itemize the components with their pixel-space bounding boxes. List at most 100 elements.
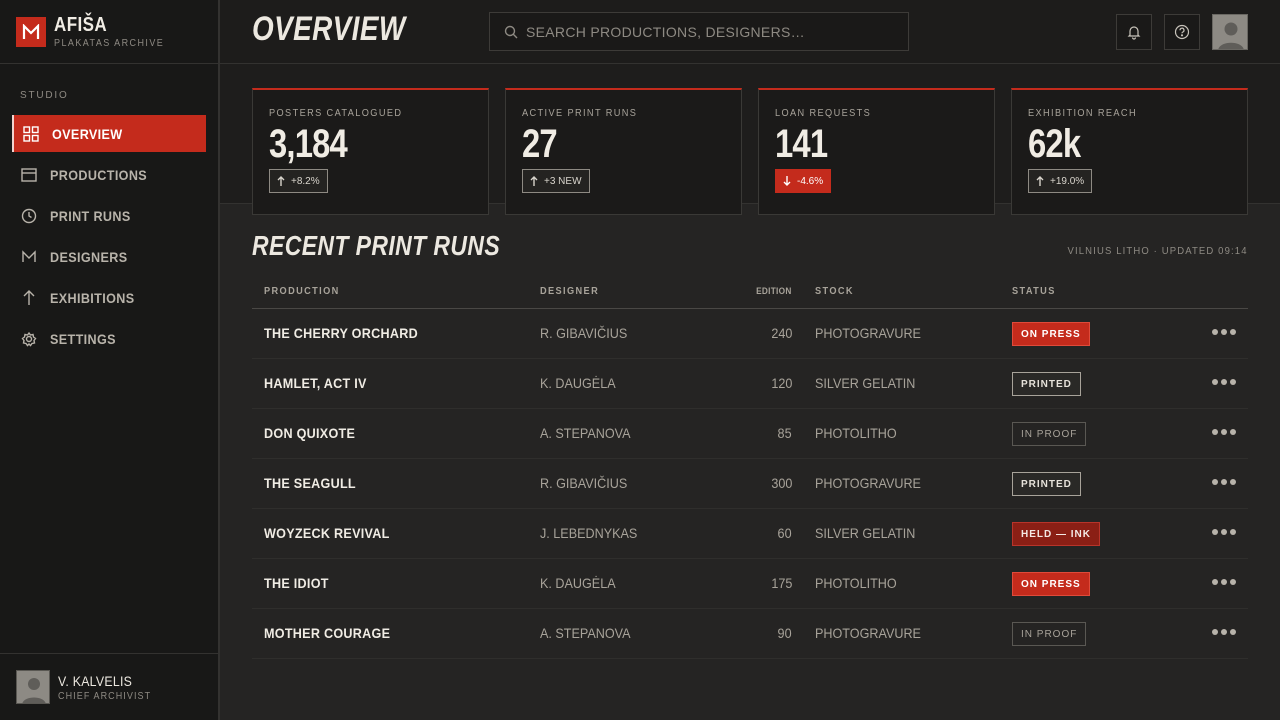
cell-designer: R. GIBAVIČIUS [540,325,628,341]
more-actions-button[interactable] [1212,479,1236,487]
top-bar: OVERVIEW [220,0,1280,64]
arrow-up-icon [1036,176,1044,186]
dot-icon [1212,479,1218,485]
more-actions-button[interactable] [1212,379,1236,387]
help-button[interactable] [1164,14,1200,50]
cell-production: MOTHER COURAGE [264,625,391,641]
dot-icon [1221,629,1227,635]
search-box[interactable] [489,12,909,51]
brand-subtitle: PLAKATAS ARCHIVE [54,37,165,49]
dot-icon [1221,479,1227,485]
sidebar-item-print-runs[interactable]: PRINT RUNS [12,197,206,234]
sidebar-item-overview[interactable]: OVERVIEW [12,115,206,152]
cell-production: HAMLET, ACT IV [264,375,367,391]
cell-stock: PHOTOGRAVURE [815,475,921,491]
stat-label: ACTIVE PRINT RUNS [522,108,638,119]
account-avatar[interactable] [1212,14,1248,50]
section-meta: VILNIUS LITHO · UPDATED 09:14 [1067,246,1248,257]
sidebar-item-designers[interactable]: DESIGNERS [12,238,206,275]
status-badge: IN PROOF [1012,422,1087,446]
sidebar-item-productions[interactable]: PRODUCTIONS [12,156,206,193]
more-actions-button[interactable] [1212,429,1236,437]
more-actions-button[interactable] [1212,629,1236,637]
dot-icon [1230,429,1236,435]
cell-edition: 85 [777,425,792,441]
column-header-production[interactable]: PRODUCTION [264,286,340,297]
dot-icon [1221,329,1227,335]
cell-production: WOYZECK REVIVAL [264,525,390,541]
column-header-edition[interactable]: EDITION [756,286,792,296]
cell-designer: A. STEPANOVA [540,625,631,641]
brand[interactable]: AFIŠA PLAKATAS ARCHIVE [0,0,218,64]
table-body: THE CHERRY ORCHARD R. GIBAVIČIUS 240 PHOTOG… [252,309,1248,659]
print-runs-table: PRODUCTION DESIGNER EDITION STOCK STATUS… [252,278,1248,659]
stat-value: 62k [1028,122,1081,166]
stat-delta: +19.0% [1050,175,1085,187]
cell-production: THE IDIOT [264,575,329,591]
stat-delta-badge: -4.6% [775,169,832,193]
table-row[interactable]: DON QUIXOTE A. STEPANOVA 85 PHOTOLITHO IN PR… [252,409,1248,459]
table-row[interactable]: MOTHER COURAGE A. STEPANOVA 90 PHOTOGRAVURE… [252,609,1248,659]
sidebar-item-exhibitions[interactable]: EXHIBITIONS [12,279,206,316]
cell-production: THE CHERRY ORCHARD [264,325,418,341]
cell-edition: 60 [777,525,792,541]
sidebar-item-settings[interactable]: SETTINGS [12,320,206,357]
stat-card-reach[interactable]: EXHIBITION REACH 62k +19.0% [1011,88,1248,215]
cell-designer: R. GIBAVIČIUS [540,475,628,491]
gear-icon [21,331,37,347]
stat-label: EXHIBITION REACH [1028,108,1137,119]
column-header-designer[interactable]: DESIGNER [540,286,599,297]
dot-icon [1221,529,1227,535]
window-icon [21,167,37,182]
dot-icon [1230,529,1236,535]
stat-card-loans[interactable]: LOAN REQUESTS 141 -4.6% [758,88,995,215]
stat-card-print-runs[interactable]: ACTIVE PRINT RUNS 27 +3 NEW [505,88,742,215]
more-actions-button[interactable] [1212,329,1236,337]
search-icon [504,25,518,38]
stat-label: LOAN REQUESTS [775,108,872,119]
sidebar-item-label: PRODUCTIONS [50,166,148,183]
stat-delta: +8.2% [291,175,320,187]
sidebar-section-label: STUDIO [20,90,69,101]
table-header: PRODUCTION DESIGNER EDITION STOCK STATUS [252,278,1248,309]
cell-edition: 120 [770,375,792,391]
more-actions-button[interactable] [1212,579,1236,587]
dot-icon [1230,479,1236,485]
bell-icon [1127,26,1141,40]
search-input[interactable] [526,23,906,40]
m-glyph-icon [22,249,36,262]
clock-icon [21,208,37,223]
column-header-status[interactable]: STATUS [1012,286,1056,297]
cell-edition: 300 [770,475,792,491]
sidebar-nav: OVERVIEW PRODUCTIONS PRINT RUNS DESIGNER… [12,115,206,361]
column-header-stock[interactable]: STOCK [815,286,854,297]
stat-value: 27 [522,122,558,166]
table-row[interactable]: HAMLET, ACT IV K. DAUGĖLA 120 SILVER GELATI… [252,359,1248,409]
table-row[interactable]: WOYZECK REVIVAL J. LEBEDNYKAS 60 SILVER GEL… [252,509,1248,559]
cell-stock: PHOTOGRAVURE [815,625,921,641]
table-row[interactable]: THE IDIOT K. DAUGĖLA 175 PHOTOLITHO ON PRESS [252,559,1248,609]
sidebar-item-label: SETTINGS [50,330,116,347]
cell-edition: 175 [770,575,792,591]
cell-stock: PHOTOLITHO [815,425,897,441]
dot-icon [1230,629,1236,635]
dot-icon [1212,429,1218,435]
avatar [16,670,50,704]
stat-delta: -4.6% [797,175,824,187]
page-title: OVERVIEW [252,10,406,48]
user-profile[interactable]: V. KALVELIS CHIEF ARCHIVIST [0,653,218,720]
table-row[interactable]: THE SEAGULL R. GIBAVIČIUS 300 PHOTOGRAVURE P… [252,459,1248,509]
notifications-button[interactable] [1116,14,1152,50]
dot-icon [1212,579,1218,585]
more-actions-button[interactable] [1212,529,1236,537]
stat-card-posters[interactable]: POSTERS CATALOGUED 3,184 +8.2% [252,88,489,215]
cell-stock: PHOTOGRAVURE [815,325,921,341]
dot-icon [1212,529,1218,535]
stat-value: 141 [775,122,828,166]
cell-edition: 240 [770,325,792,341]
user-role: CHIEF ARCHIVIST [58,690,152,702]
table-row[interactable]: THE CHERRY ORCHARD R. GIBAVIČIUS 240 PHOTOG… [252,309,1248,359]
dot-icon [1212,379,1218,385]
cell-designer: A. STEPANOVA [540,425,631,441]
status-badge: HELD — INK [1012,522,1100,546]
